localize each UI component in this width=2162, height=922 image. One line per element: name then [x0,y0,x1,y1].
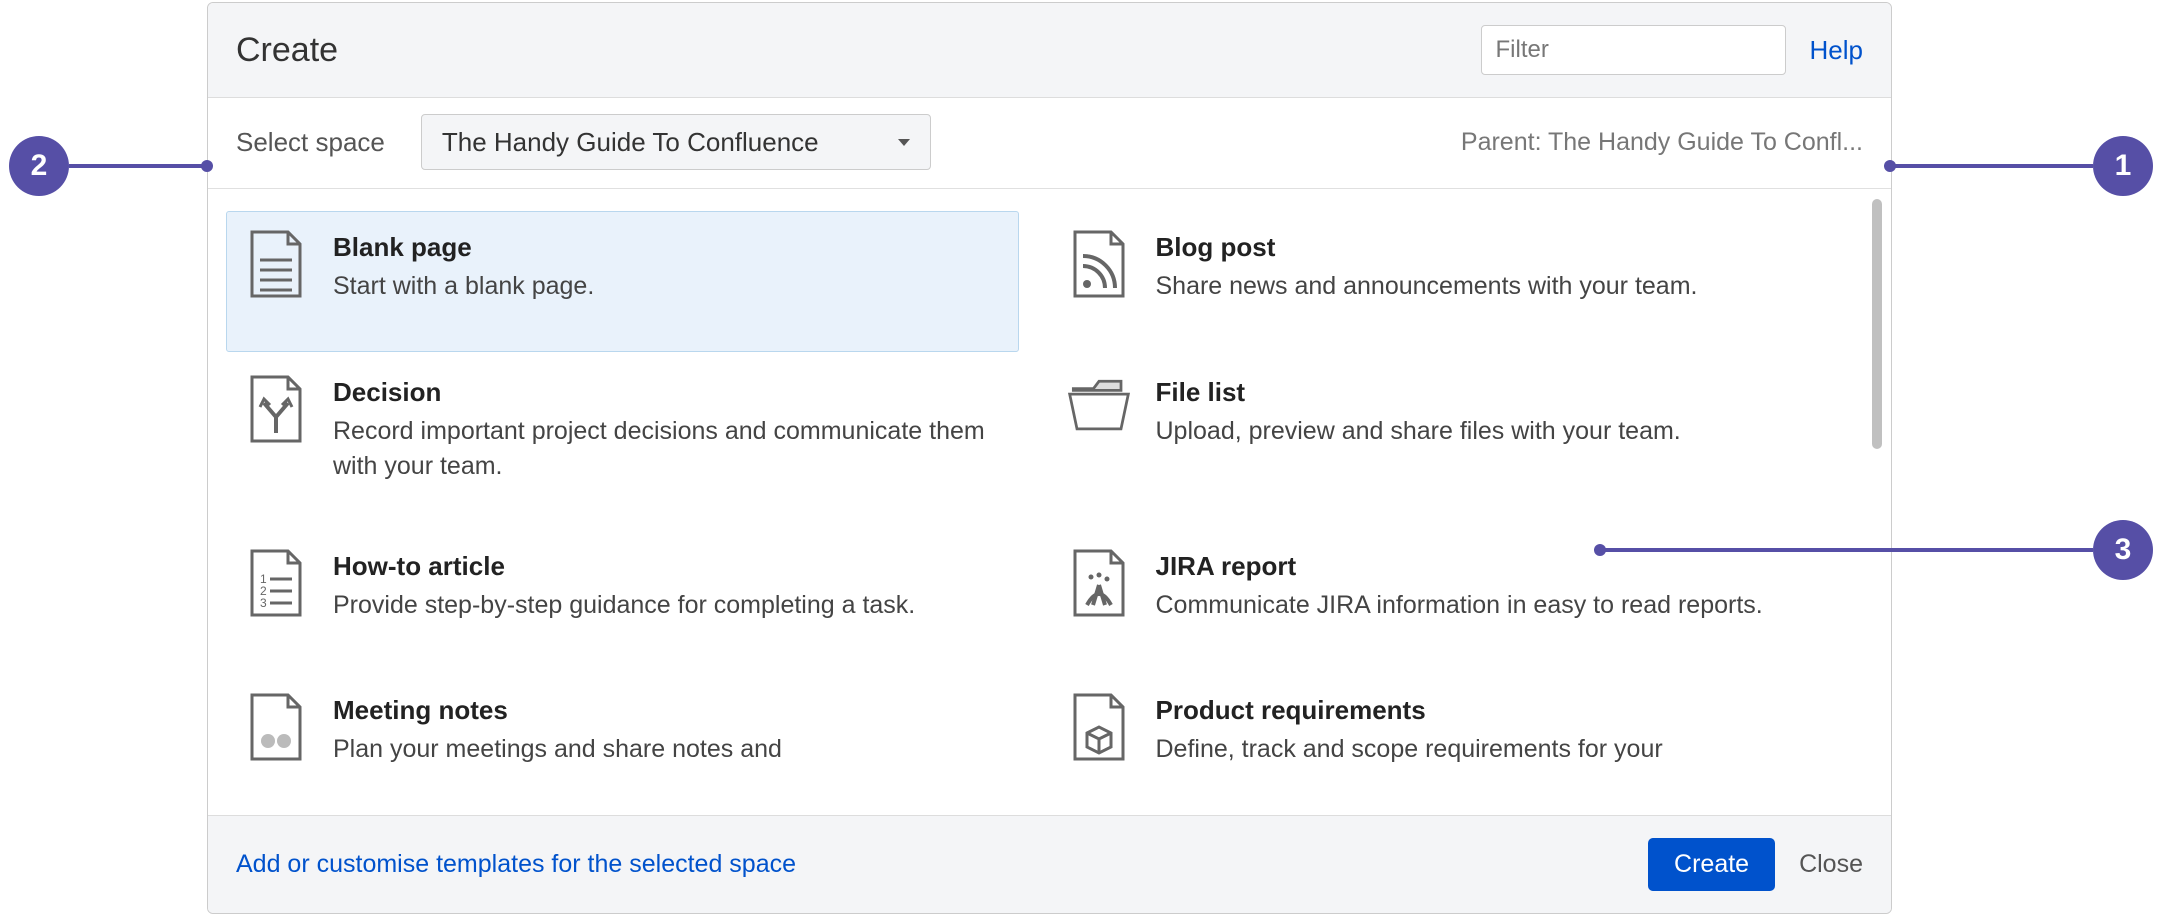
template-file-list[interactable]: File list Upload, preview and share file… [1049,356,1842,526]
template-meeting-notes[interactable]: Meeting notes Plan your meetings and sha… [226,674,1019,815]
document-blank-icon [243,230,309,310]
annotation-1: 1 [1888,136,2153,196]
annotation-bubble: 3 [2093,520,2153,580]
template-howto-article[interactable]: 1 2 3 How-to article Provide step-by-ste… [226,530,1019,671]
template-title: How-to article [333,551,1002,582]
template-title: Blog post [1156,232,1825,263]
scrollbar-thumb[interactable] [1872,199,1882,449]
template-decision[interactable]: Decision Record important project decisi… [226,356,1019,526]
svg-text:3: 3 [260,596,267,610]
template-desc: Share news and announcements with your t… [1156,269,1825,304]
annotation-line [1888,164,2093,168]
product-req-icon [1066,693,1132,773]
dialog-title: Create [236,31,1481,70]
select-space-label: Select space [236,127,385,158]
create-dialog: Create Help Select space The Handy Guide… [207,2,1892,914]
annotation-line [69,164,209,168]
dialog-header: Create Help [208,3,1891,98]
template-desc: Plan your meetings and share notes and [333,732,1002,767]
template-product-requirements[interactable]: Product requirements Define, track and s… [1049,674,1842,815]
space-selection-row: Select space The Handy Guide To Confluen… [208,98,1891,189]
template-blog-post[interactable]: Blog post Share news and announcements w… [1049,211,1842,352]
template-title: File list [1156,377,1825,408]
numbered-list-icon: 1 2 3 [243,549,309,629]
close-link[interactable]: Close [1799,850,1863,879]
annotation-2: 2 [9,136,209,196]
folder-icon [1066,375,1132,455]
template-desc: Record important project decisions and c… [333,414,1002,484]
template-desc: Provide step-by-step guidance for comple… [333,588,1002,623]
templates-scrollbar[interactable] [1869,199,1885,805]
templates-area: Blank page Start with a blank page. Blog… [208,189,1891,815]
filter-input[interactable] [1481,25,1786,75]
help-link[interactable]: Help [1810,35,1863,66]
template-title: Blank page [333,232,1002,263]
space-dropdown-value: The Handy Guide To Confluence [442,127,819,158]
templates-grid: Blank page Start with a blank page. Blog… [208,189,1869,815]
template-desc: Upload, preview and share files with you… [1156,414,1825,449]
template-title: JIRA report [1156,551,1825,582]
template-blank-page[interactable]: Blank page Start with a blank page. [226,211,1019,352]
meeting-notes-icon [243,693,309,773]
template-title: Decision [333,377,1002,408]
annotation-bubble: 2 [9,136,69,196]
jira-report-icon [1066,549,1132,629]
rss-icon [1066,230,1132,310]
annotation-bubble: 1 [2093,136,2153,196]
chevron-down-icon [898,139,910,146]
template-desc: Communicate JIRA information in easy to … [1156,588,1825,623]
parent-page-label: Parent: The Handy Guide To Confl... [1461,128,1863,157]
create-button[interactable]: Create [1648,838,1775,891]
space-dropdown[interactable]: The Handy Guide To Confluence [421,114,931,170]
template-title: Meeting notes [333,695,1002,726]
decision-arrows-icon [243,375,309,455]
customise-templates-link[interactable]: Add or customise templates for the selec… [236,850,796,879]
template-desc: Define, track and scope requirements for… [1156,732,1825,767]
template-jira-report[interactable]: JIRA report Communicate JIRA information… [1049,530,1842,671]
template-title: Product requirements [1156,695,1825,726]
dialog-footer: Add or customise templates for the selec… [208,815,1891,913]
template-desc: Start with a blank page. [333,269,1002,304]
